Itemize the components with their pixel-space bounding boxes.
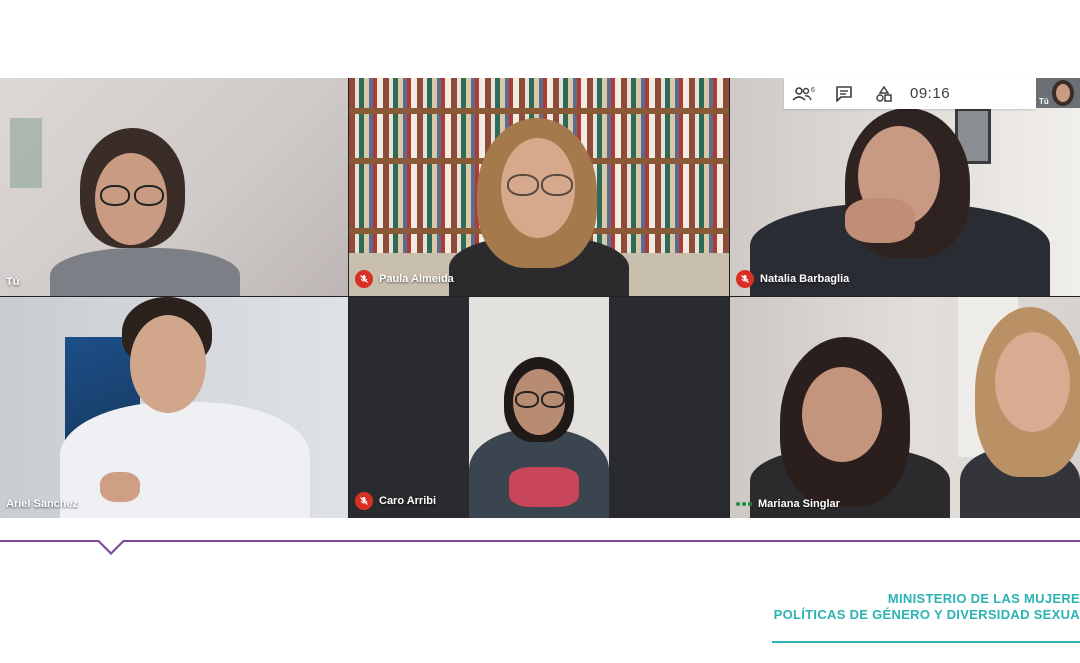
ministry-logo-text: MINISTERIO DE LAS MUJERE POLÍTICAS DE GÉ…: [774, 591, 1080, 623]
participant-label: Ariel Sanchez: [6, 498, 79, 510]
participant-video-self: [40, 128, 240, 296]
activities-icon: [876, 85, 892, 102]
participant-label: Caro Arribi: [379, 495, 437, 507]
video-grid: Tú Paula Almeida Natalia Barbaglia Ariel…: [0, 78, 1080, 518]
participant-video-mariana-singlar: [750, 337, 950, 518]
participant-video-paula-almeida: [449, 118, 629, 296]
participant-tile-paula-almeida[interactable]: Paula Almeida: [349, 78, 729, 296]
participant-tile-self[interactable]: Tú: [0, 78, 348, 296]
participant-label: Paula Almeida: [379, 273, 454, 285]
chat-icon: [836, 85, 852, 102]
mic-off-icon: [736, 270, 754, 288]
ministry-line-1: MINISTERIO DE LAS MUJERE: [887, 591, 1080, 606]
mic-off-icon: [355, 270, 373, 288]
ministry-underline: [772, 641, 1080, 643]
participant-label: Mariana Singlar: [758, 498, 840, 510]
speaking-indicator-icon: [736, 502, 752, 506]
participant-video-ariel-sanchez: [60, 297, 310, 518]
participant-name-self: Tú: [6, 276, 19, 288]
participant-name-ariel-sanchez: Ariel Sanchez: [6, 498, 78, 510]
participant-label: Tú: [6, 276, 20, 288]
meeting-clock: 09:16: [910, 85, 951, 102]
participant-label: Natalia Barbaglia: [760, 273, 850, 285]
activities-button[interactable]: [864, 78, 904, 109]
footer-divider: [0, 540, 1080, 542]
meeting-toolbar: 6 09:16: [784, 78, 1036, 109]
self-view-label: Tú: [1039, 97, 1049, 106]
participant-name-natalia-barbaglia: Natalia Barbaglia: [736, 270, 849, 288]
participant-tile-natalia-barbaglia[interactable]: Natalia Barbaglia: [730, 78, 1080, 296]
participant-video-second-person: [960, 307, 1080, 518]
people-button[interactable]: 6: [784, 78, 824, 109]
mic-off-icon: [355, 492, 373, 510]
participant-video-natalia-barbaglia: [750, 108, 1050, 296]
participant-video-caro-arribi: [469, 357, 609, 518]
ministry-line-2: POLÍTICAS DE GÉNERO Y DIVERSIDAD SEXUA: [773, 607, 1080, 622]
participant-tile-ariel-sanchez[interactable]: Ariel Sanchez: [0, 297, 348, 518]
people-count: 6: [811, 87, 815, 94]
participant-name-caro-arribi: Caro Arribi: [355, 492, 436, 510]
participant-name-mariana-singlar: Mariana Singlar: [736, 498, 840, 510]
participant-tile-caro-arribi[interactable]: Caro Arribi: [349, 297, 729, 518]
self-view-thumbnail[interactable]: Tú: [1036, 78, 1080, 108]
participant-tile-mariana-singlar[interactable]: Mariana Singlar: [730, 297, 1080, 518]
chat-button[interactable]: [824, 78, 864, 109]
people-icon: 6: [792, 87, 815, 101]
participant-name-paula-almeida: Paula Almeida: [355, 270, 454, 288]
